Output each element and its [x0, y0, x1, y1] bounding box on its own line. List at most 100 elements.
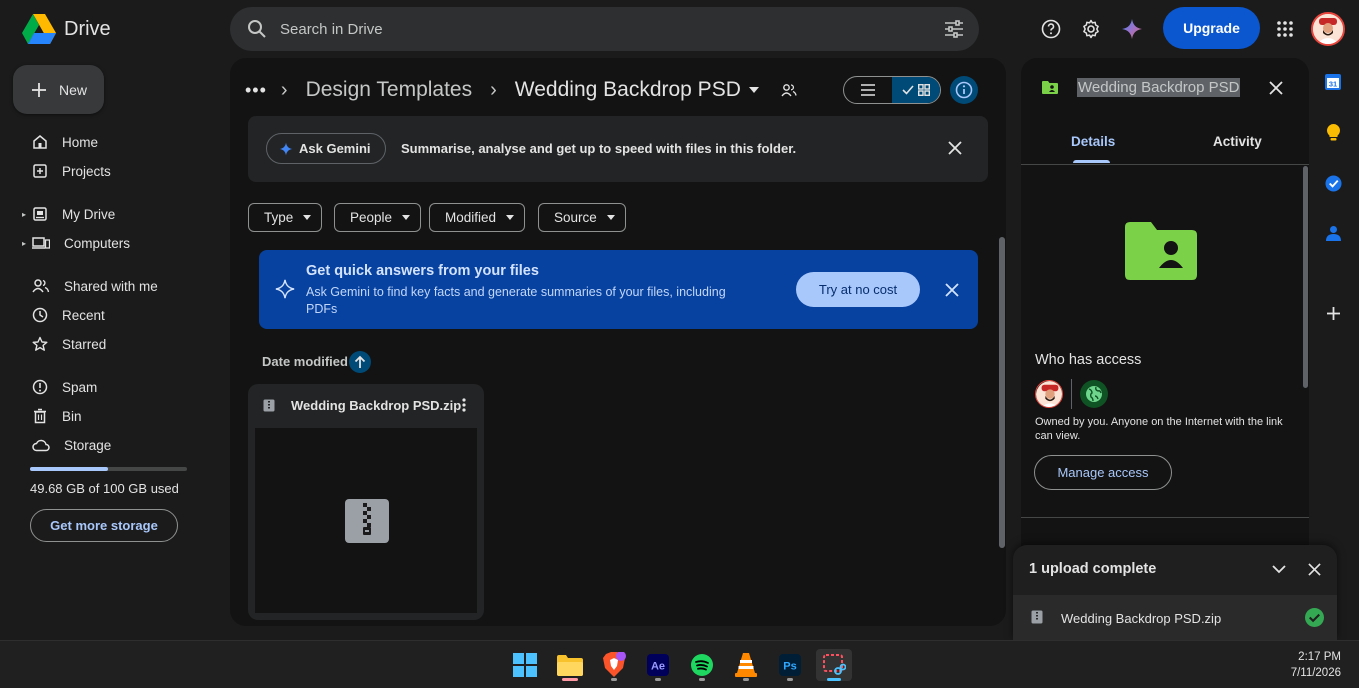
search-bar[interactable]: [230, 7, 979, 51]
public-globe-icon[interactable]: [1080, 380, 1108, 408]
sidebar-item-home[interactable]: Home: [22, 128, 217, 156]
sidebar-item-label: My Drive: [62, 206, 116, 222]
more-path-icon[interactable]: •••: [245, 80, 267, 101]
sidebar-item-starred[interactable]: Starred: [22, 330, 217, 358]
dropdown-arrow-icon: [606, 215, 615, 220]
search-icon[interactable]: [247, 19, 267, 39]
filter-chip-modified[interactable]: Modified: [429, 203, 526, 232]
snipping-tool-icon[interactable]: [816, 649, 852, 681]
breadcrumb-separator-icon: ›: [280, 78, 288, 101]
details-panel: Wedding Backdrop PSD Details Activity Wh…: [1021, 58, 1309, 626]
sidebar-item-recent[interactable]: Recent: [22, 301, 217, 329]
filter-chip-people[interactable]: People: [334, 203, 422, 232]
vlc-icon[interactable]: [728, 649, 764, 681]
sidebar-item-computers[interactable]: ▸ Computers: [22, 229, 217, 257]
add-addon-plus-icon[interactable]: [1327, 307, 1340, 320]
sidebar-item-label: Starred: [62, 336, 107, 352]
folder-menu-chevron-icon[interactable]: [748, 87, 759, 93]
calendar-app-icon[interactable]: 31: [1325, 73, 1341, 90]
search-options-icon[interactable]: [944, 20, 964, 38]
upload-file-name: Wedding Backdrop PSD.zip: [1061, 611, 1222, 626]
close-icon[interactable]: [948, 141, 962, 155]
clock-date: 7/11/2026: [1290, 667, 1341, 679]
details-info-button[interactable]: [950, 76, 978, 104]
photoshop-icon[interactable]: Ps: [772, 649, 808, 681]
collapse-chevron-icon[interactable]: [1272, 565, 1286, 574]
shared-folder-icon: [1042, 81, 1058, 94]
owner-avatar[interactable]: [1035, 380, 1063, 408]
more-options-vertical-icon[interactable]: [462, 398, 466, 412]
system-clock[interactable]: 2:17 PM 7/11/2026: [1291, 649, 1341, 681]
grid-view-button[interactable]: [892, 77, 940, 103]
contacts-app-icon[interactable]: [1326, 225, 1341, 242]
file-card[interactable]: Wedding Backdrop PSD.zip: [248, 384, 484, 620]
zip-file-icon: [1031, 610, 1043, 624]
filter-chip-type[interactable]: Type: [248, 203, 323, 232]
account-avatar[interactable]: [1311, 12, 1345, 46]
details-scrollbar[interactable]: [1303, 166, 1308, 388]
file-explorer-icon[interactable]: [552, 649, 588, 681]
settings-gear-icon[interactable]: [1073, 11, 1109, 47]
close-icon[interactable]: [1269, 81, 1283, 95]
storage-usage-bar: [30, 467, 187, 471]
spotify-icon[interactable]: [684, 649, 720, 681]
share-people-icon[interactable]: [781, 83, 797, 97]
brave-browser-icon[interactable]: [596, 649, 632, 681]
filter-chip-label: Type: [264, 210, 294, 225]
close-icon[interactable]: [945, 283, 959, 297]
ask-gemini-button[interactable]: Ask Gemini: [266, 133, 386, 164]
keep-app-icon[interactable]: [1327, 124, 1340, 141]
cloud-icon: [32, 438, 50, 452]
home-icon: [32, 134, 48, 150]
tab-details[interactable]: Details: [1071, 134, 1115, 149]
close-icon[interactable]: [1308, 563, 1321, 576]
list-view-button[interactable]: [844, 77, 892, 103]
after-effects-icon[interactable]: Ae: [640, 649, 676, 681]
plus-icon: [31, 82, 47, 98]
breadcrumb: ••• › Design Templates › Wedding Backdro…: [245, 78, 797, 102]
tabs-divider: [1021, 164, 1309, 165]
sidebar-item-label: Spam: [62, 379, 98, 395]
try-at-no-cost-button[interactable]: Try at no cost: [796, 272, 920, 307]
app-brand[interactable]: Drive: [64, 18, 111, 41]
ask-gemini-label: Ask Gemini: [299, 141, 371, 156]
spam-icon: [32, 379, 48, 395]
drive-logo-icon[interactable]: [22, 13, 56, 45]
sidebar-item-spam[interactable]: Spam: [22, 373, 217, 401]
tab-activity[interactable]: Activity: [1213, 134, 1262, 149]
tasks-app-icon[interactable]: [1325, 175, 1342, 192]
running-app-indicator: [699, 678, 705, 681]
sidebar-item-bin[interactable]: Bin: [22, 402, 217, 430]
sidebar-item-my-drive[interactable]: ▸ My Drive: [22, 200, 217, 228]
sort-direction-button[interactable]: [349, 351, 371, 373]
breadcrumb-current[interactable]: Wedding Backdrop PSD: [515, 78, 741, 102]
sidebar-item-label: Bin: [62, 408, 82, 424]
upload-item[interactable]: Wedding Backdrop PSD.zip: [1013, 595, 1337, 640]
get-more-storage-button[interactable]: Get more storage: [30, 509, 178, 542]
running-app-indicator: [743, 678, 749, 681]
new-button[interactable]: New: [13, 65, 104, 114]
help-icon[interactable]: [1033, 11, 1069, 47]
search-input[interactable]: [280, 7, 920, 51]
gemini-sparkle-icon[interactable]: [1114, 11, 1150, 47]
sort-by-label[interactable]: Date modified: [262, 354, 348, 369]
computers-icon: [32, 235, 50, 251]
who-has-access-heading: Who has access: [1035, 352, 1142, 368]
view-toggle: [843, 76, 941, 104]
dropdown-arrow-icon: [506, 215, 515, 220]
windows-start-icon[interactable]: [507, 649, 543, 681]
upgrade-button[interactable]: Upgrade: [1163, 7, 1260, 49]
main-scrollbar[interactable]: [999, 237, 1005, 548]
sidebar-item-storage[interactable]: Storage: [22, 431, 217, 459]
sidebar-item-shared-with-me[interactable]: Shared with me: [22, 272, 217, 300]
expand-arrow-icon[interactable]: ▸: [22, 239, 26, 248]
filter-chip-source[interactable]: Source: [538, 203, 626, 232]
manage-access-button[interactable]: Manage access: [1034, 455, 1172, 490]
expand-arrow-icon[interactable]: ▸: [22, 210, 26, 219]
breadcrumb-parent[interactable]: Design Templates: [306, 78, 473, 102]
sidebar-item-projects[interactable]: Projects: [22, 157, 217, 185]
apps-grid-icon[interactable]: [1267, 11, 1303, 47]
star-icon: [32, 336, 48, 352]
file-thumbnail[interactable]: [255, 428, 477, 613]
arrow-up-icon: [354, 355, 366, 369]
